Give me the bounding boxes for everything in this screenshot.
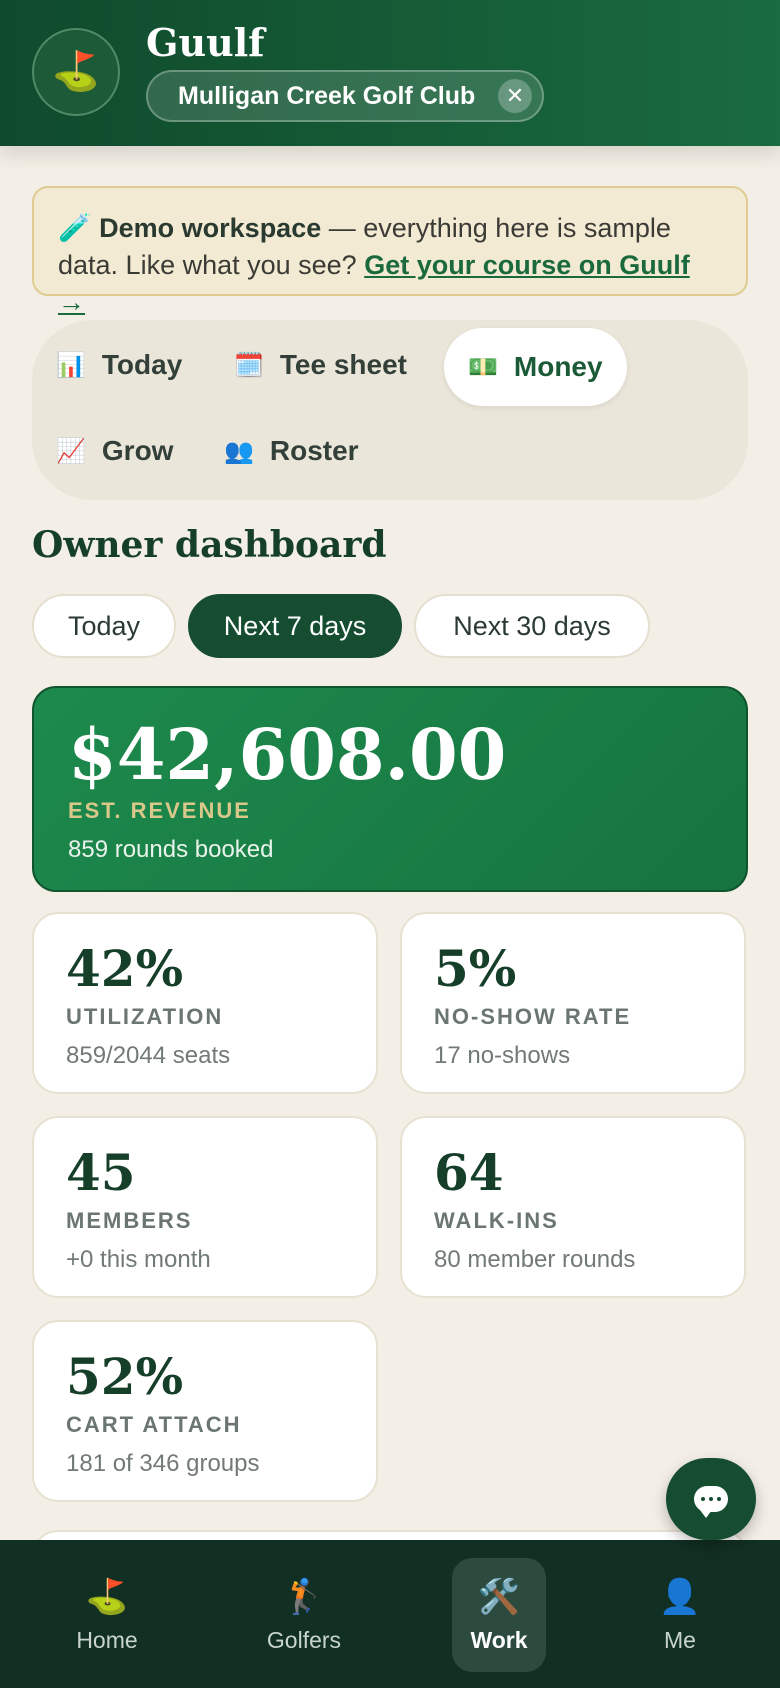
- stat-card-members[interactable]: 45 MEMBERS +0 this month: [32, 1116, 378, 1298]
- stat-value: 42%: [66, 939, 184, 998]
- stat-label: MEMBERS: [66, 1208, 193, 1233]
- test-tube-icon: 🧪: [58, 213, 92, 243]
- flag-in-hole-icon: ⛳: [52, 51, 100, 93]
- stat-value: 5%: [434, 939, 517, 998]
- course-logo[interactable]: ⛳: [32, 28, 120, 116]
- course-name: Mulligan Creek Golf Club: [178, 81, 476, 110]
- revenue-label: EST. REVENUE: [68, 798, 251, 823]
- nav-item-label: Today: [101, 349, 183, 380]
- tab-label: Work: [470, 1626, 528, 1653]
- stat-label: UTILIZATION: [66, 1004, 224, 1029]
- tab-home[interactable]: ⛳ Home: [57, 1558, 157, 1672]
- range-today-chip[interactable]: Today: [32, 594, 176, 658]
- stat-label: CART ATTACH: [66, 1412, 242, 1437]
- stat-card-cart-attach[interactable]: 52% CART ATTACH 181 of 346 groups: [32, 1320, 378, 1502]
- money-icon: 💵: [468, 353, 498, 381]
- nav-item-tee-sheet[interactable]: 🗓️ Tee sheet: [210, 326, 431, 404]
- tab-golfers[interactable]: 🏌️ Golfers: [254, 1558, 354, 1672]
- stat-label: WALK-INS: [434, 1208, 559, 1233]
- nav-item-label: Grow: [101, 435, 174, 466]
- person-icon: 👤: [658, 1577, 702, 1616]
- stat-card-walk-ins[interactable]: 64 WALK-INS 80 member rounds: [400, 1116, 746, 1298]
- bar-chart-icon: 📊: [56, 351, 86, 379]
- revenue-card[interactable]: $42,608.00 EST. REVENUE 859 rounds booke…: [32, 686, 748, 892]
- golfer-icon: 🏌️: [282, 1577, 326, 1616]
- app-header: ⛳ Guulf Mulligan Creek Golf Club ✕: [0, 0, 780, 146]
- nav-item-roster[interactable]: 👥 Roster: [200, 412, 383, 490]
- revenue-subtext: 859 rounds booked: [68, 836, 274, 863]
- brand-name: Guulf: [146, 20, 265, 65]
- tab-label: Home: [76, 1626, 138, 1653]
- stat-subtext: 17 no-shows: [434, 1042, 571, 1069]
- range-7-days-chip[interactable]: Next 7 days: [188, 594, 402, 658]
- stat-card-utilization[interactable]: 42% UTILIZATION 859/2044 seats: [32, 912, 378, 1094]
- stat-label: NO-SHOW RATE: [434, 1004, 632, 1029]
- chat-bubble-icon: [694, 1486, 728, 1518]
- chat-button[interactable]: [666, 1458, 756, 1540]
- banner-title: Demo workspace: [99, 213, 322, 243]
- nav-item-label: Roster: [269, 435, 359, 466]
- range-30-days-chip[interactable]: Next 30 days: [414, 594, 650, 658]
- tab-me[interactable]: 👤 Me: [630, 1558, 730, 1672]
- nav-item-label: Tee sheet: [279, 349, 407, 380]
- demo-banner: 🧪 Demo workspace — everything here is sa…: [32, 186, 748, 317]
- course-selector[interactable]: Mulligan Creek Golf Club ✕: [146, 70, 544, 122]
- nav-item-label: Money: [513, 351, 603, 382]
- stat-value: 52%: [66, 1347, 184, 1406]
- nav-item-grow[interactable]: 📈 Grow: [32, 412, 197, 490]
- section-nav: 📊 Today 🗓️ Tee sheet 💵 Money 📈 Grow 👥 Ro…: [32, 320, 748, 500]
- tab-label: Golfers: [266, 1626, 342, 1653]
- tools-icon: 🛠️: [477, 1577, 521, 1616]
- stat-subtext: 80 member rounds: [434, 1246, 636, 1273]
- stat-subtext: 181 of 346 groups: [66, 1450, 260, 1477]
- trend-up-icon: 📈: [56, 437, 86, 465]
- page-title: Owner dashboard: [32, 524, 387, 566]
- nav-item-today[interactable]: 📊 Today: [32, 326, 206, 404]
- tab-work[interactable]: 🛠️ Work: [452, 1558, 546, 1672]
- flag-in-hole-icon: ⛳: [85, 1577, 129, 1616]
- calendar-icon: 🗓️: [234, 351, 264, 379]
- stat-value: 64: [434, 1143, 504, 1202]
- stat-value: 45: [66, 1143, 136, 1202]
- people-icon: 👥: [224, 437, 254, 465]
- close-icon[interactable]: ✕: [498, 79, 532, 113]
- revenue-amount: $42,608.00: [68, 713, 507, 796]
- bottom-tab-bar: ⛳ Home 🏌️ Golfers 🛠️ Work 👤 Me: [0, 1540, 780, 1688]
- stat-subtext: 859/2044 seats: [66, 1042, 231, 1069]
- tab-label: Me: [664, 1626, 696, 1653]
- stat-card-no-show-rate[interactable]: 5% NO-SHOW RATE 17 no-shows: [400, 912, 746, 1094]
- stat-subtext: +0 this month: [66, 1246, 211, 1273]
- nav-item-money[interactable]: 💵 Money: [444, 328, 627, 406]
